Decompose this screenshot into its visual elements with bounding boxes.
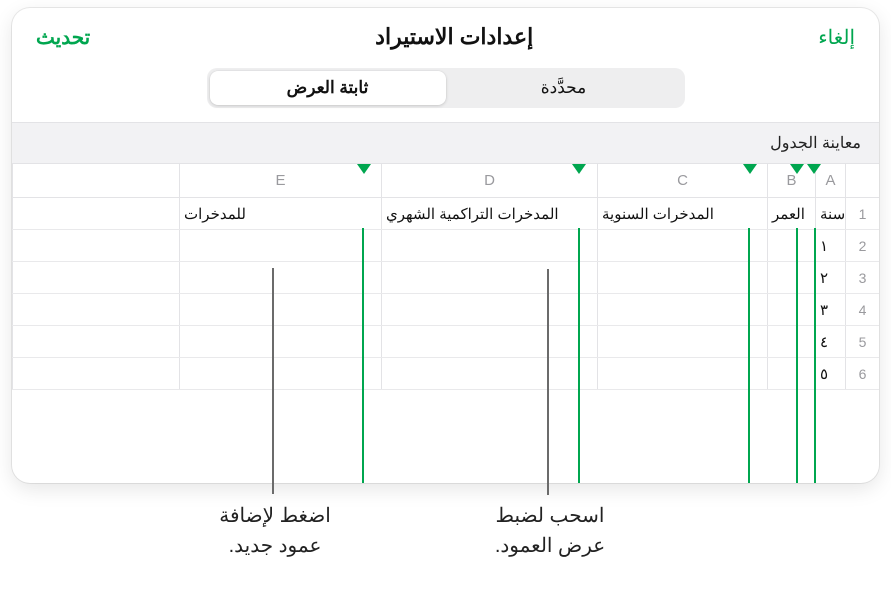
tab-delimited[interactable]: محدَّدة <box>446 71 682 105</box>
column-handle-a-b[interactable] <box>807 164 821 174</box>
cancel-button[interactable]: إلغاء <box>818 25 855 50</box>
column-header-c[interactable]: C <box>597 164 767 197</box>
cell: ٤ <box>815 326 845 357</box>
table-row: ١ 2 <box>12 230 879 262</box>
cell <box>381 294 597 325</box>
cell: سنة <box>815 198 845 229</box>
rownum: 5 <box>845 326 879 357</box>
callout-tap-text: اضغط لإضافة عمود جديد. <box>165 501 385 561</box>
cell <box>597 294 767 325</box>
segmented-control-wrap: محدَّدة ثابتة العرض <box>12 64 879 122</box>
cell <box>179 326 381 357</box>
header: إلغاء إعدادات الاستيراد تحديث <box>12 8 879 64</box>
cell-blank <box>12 358 179 389</box>
extra-column-space[interactable] <box>12 164 179 197</box>
rownum: 4 <box>845 294 879 325</box>
table-row: ٥ 6 <box>12 358 879 390</box>
tab-fixed-width[interactable]: ثابتة العرض <box>210 71 446 105</box>
table-preview-label: معاينة الجدول <box>12 122 879 164</box>
column-handle-b-c[interactable] <box>790 164 804 174</box>
table-preview: E D C B A للمدخرات المدخرات التراكمية ال… <box>12 164 879 390</box>
rownum: 3 <box>845 262 879 293</box>
cell <box>767 262 815 293</box>
cell: ٣ <box>815 294 845 325</box>
cell <box>597 230 767 261</box>
cell: المدخرات التراكمية الشهري <box>381 198 597 229</box>
table-row: ٣ 4 <box>12 294 879 326</box>
column-handle-d-e[interactable] <box>572 164 586 174</box>
table-row: للمدخرات المدخرات التراكمية الشهري المدخ… <box>12 198 879 230</box>
cell: المدخرات السنوية <box>597 198 767 229</box>
cell <box>179 358 381 389</box>
cell: ١ <box>815 230 845 261</box>
cell <box>767 326 815 357</box>
cell <box>597 326 767 357</box>
rownum: 1 <box>845 198 879 229</box>
cell <box>381 230 597 261</box>
cell-blank <box>12 326 179 357</box>
table-row: ٢ 3 <box>12 262 879 294</box>
column-header-d[interactable]: D <box>381 164 597 197</box>
rownum: 6 <box>845 358 879 389</box>
column-handle-e-end[interactable] <box>357 164 371 174</box>
cell <box>381 358 597 389</box>
rownum-header <box>845 164 879 197</box>
import-settings-panel: إلغاء إعدادات الاستيراد تحديث محدَّدة ثا… <box>12 8 879 483</box>
callout-drag-text: اسحب لضبط عرض العمود. <box>440 501 660 561</box>
cell <box>767 230 815 261</box>
cell: ٢ <box>815 262 845 293</box>
cell <box>381 326 597 357</box>
callouts: اسحب لضبط عرض العمود. اضغط لإضافة عمود ج… <box>0 483 891 601</box>
cell <box>767 294 815 325</box>
cell <box>597 358 767 389</box>
segmented-control: محدَّدة ثابتة العرض <box>207 68 685 108</box>
cell: العمر <box>767 198 815 229</box>
cell-blank <box>12 262 179 293</box>
column-header-e[interactable]: E <box>179 164 381 197</box>
cell: للمدخرات <box>179 198 381 229</box>
cell-blank <box>12 230 179 261</box>
column-handle-c-d[interactable] <box>743 164 757 174</box>
cell: ٥ <box>815 358 845 389</box>
table-row: ٤ 5 <box>12 326 879 358</box>
update-button[interactable]: تحديث <box>36 25 90 50</box>
cell <box>767 358 815 389</box>
cell <box>179 230 381 261</box>
cell-blank <box>12 198 179 229</box>
cell <box>381 262 597 293</box>
cell <box>179 262 381 293</box>
panel-title: إعدادات الاستيراد <box>375 24 533 50</box>
rownum: 2 <box>845 230 879 261</box>
column-header-row: E D C B A <box>12 164 879 198</box>
cell <box>179 294 381 325</box>
cell-blank <box>12 294 179 325</box>
cell <box>597 262 767 293</box>
